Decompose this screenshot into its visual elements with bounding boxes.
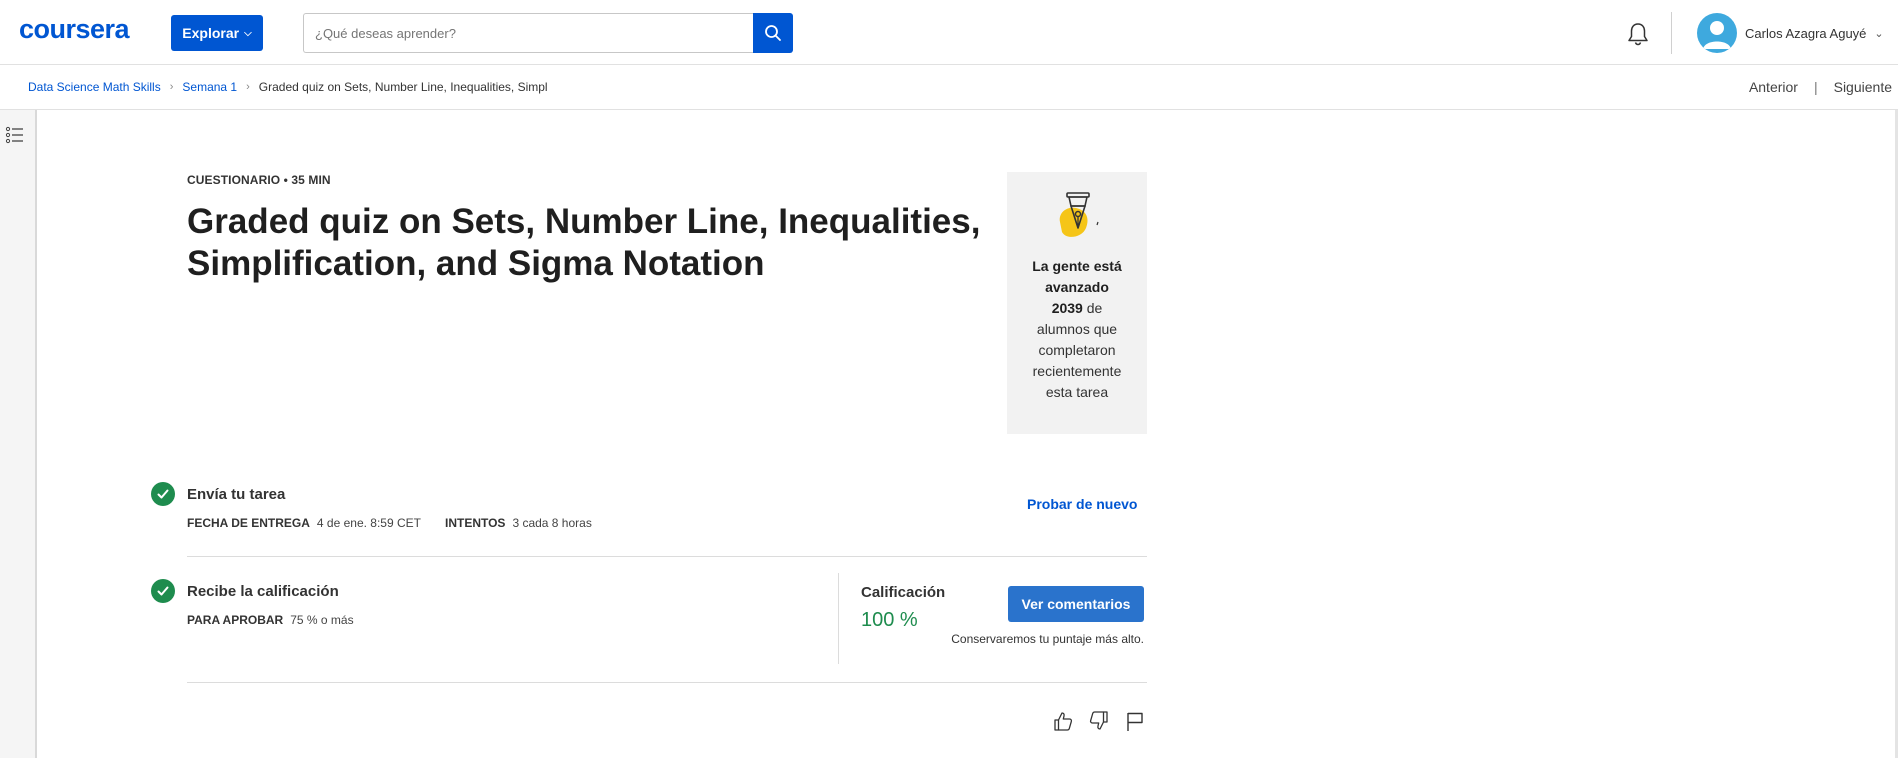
notifications-button[interactable] bbox=[1625, 20, 1651, 48]
learner-count: 2039 bbox=[1051, 300, 1083, 316]
social-line-5: recientemente bbox=[1032, 363, 1122, 379]
social-proof-text: La gente está avanzado 2039 de alumnos q… bbox=[1007, 256, 1147, 403]
user-icon bbox=[1703, 21, 1731, 49]
pager-separator: | bbox=[1813, 79, 1818, 95]
previous-item-link[interactable]: Anterior bbox=[1749, 79, 1798, 95]
submit-assignment-title: Envía tu tarea bbox=[187, 486, 286, 503]
attempts-label: INTENTOS bbox=[444, 516, 506, 530]
explore-button[interactable]: Explorar ⌵ bbox=[171, 15, 263, 51]
avatar bbox=[1697, 13, 1737, 53]
chevron-down-icon: ⌵ bbox=[244, 27, 252, 39]
grade-label: Calificación bbox=[861, 584, 946, 601]
breadcrumb: Data Science Math Skills › Semana 1 › Gr… bbox=[28, 80, 548, 94]
pen-nib-icon bbox=[1059, 192, 1099, 237]
course-outline-rail bbox=[0, 110, 37, 758]
attempts-value: 3 cada 8 horas bbox=[512, 516, 592, 530]
outline-toggle-button[interactable] bbox=[5, 125, 27, 147]
search-input[interactable] bbox=[303, 13, 754, 53]
row-divider bbox=[187, 556, 1147, 557]
grade-value: 100 % bbox=[861, 609, 918, 631]
user-menu[interactable]: Carlos Azagra Aguyé ⌄ bbox=[1697, 13, 1884, 53]
report-button[interactable] bbox=[1124, 710, 1146, 732]
bell-icon bbox=[1628, 23, 1648, 46]
chevron-down-icon: ⌄ bbox=[1874, 27, 1884, 40]
grade-divider bbox=[838, 573, 839, 664]
pass-value: 75 % o más bbox=[290, 613, 354, 627]
search-icon bbox=[765, 25, 781, 41]
next-item-link[interactable]: Siguiente bbox=[1834, 79, 1892, 95]
item-feedback-actions bbox=[1052, 710, 1146, 732]
like-button[interactable] bbox=[1052, 710, 1074, 732]
dislike-button[interactable] bbox=[1088, 710, 1110, 732]
chevron-right-icon: › bbox=[246, 81, 250, 93]
assignment-type-label: CUESTIONARIO • 35 MIN bbox=[187, 173, 331, 187]
breadcrumb-week[interactable]: Semana 1 bbox=[182, 80, 237, 94]
highest-score-note: Conservaremos tu puntaje más alto. bbox=[951, 632, 1144, 646]
view-feedback-button[interactable]: Ver comentarios bbox=[1008, 586, 1144, 622]
social-proof-card: La gente está avanzado 2039 de alumnos q… bbox=[1007, 172, 1147, 434]
breadcrumb-bar: Data Science Math Skills › Semana 1 › Gr… bbox=[0, 65, 1898, 110]
checkmark-icon bbox=[157, 489, 169, 499]
social-line-6: esta tarea bbox=[1045, 384, 1109, 400]
row-divider bbox=[187, 682, 1147, 683]
social-headline-2: avanzado bbox=[1045, 279, 1109, 295]
submit-meta: FECHA DE ENTREGA 4 de ene. 8:59 CET INTE… bbox=[187, 516, 592, 530]
explore-button-label: Explorar bbox=[182, 25, 240, 41]
item-pager: Anterior | Siguiente bbox=[1749, 79, 1892, 95]
user-name: Carlos Azagra Aguyé bbox=[1745, 25, 1867, 41]
list-icon bbox=[5, 126, 23, 144]
receive-grade-title: Recibe la calificación bbox=[187, 583, 339, 600]
check-circle-icon bbox=[151, 579, 175, 603]
chevron-right-icon: › bbox=[169, 81, 174, 93]
search-button[interactable] bbox=[753, 13, 793, 53]
header-divider bbox=[1671, 12, 1672, 54]
flag-icon bbox=[1127, 712, 1143, 731]
social-count-suffix: de bbox=[1082, 300, 1103, 316]
due-date-value: 4 de ene. 8:59 CET bbox=[316, 516, 421, 530]
thumbs-down-icon bbox=[1089, 711, 1108, 730]
page-title: Graded quiz on Sets, Number Line, Inequa… bbox=[187, 202, 981, 283]
top-navigation-bar: coursera Explorar ⌵ Carlos Azagra Aguyé … bbox=[0, 0, 1898, 65]
due-date-label: FECHA DE ENTREGA bbox=[187, 516, 310, 530]
coursera-logo[interactable]: coursera bbox=[19, 14, 130, 45]
pass-meta: PARA APROBAR 75 % o más bbox=[187, 613, 354, 627]
checkmark-icon bbox=[157, 586, 169, 596]
check-circle-icon bbox=[151, 482, 175, 506]
social-headline-1: La gente está bbox=[1032, 258, 1122, 274]
breadcrumb-course[interactable]: Data Science Math Skills bbox=[28, 80, 161, 94]
social-line-3: alumnos que bbox=[1036, 321, 1118, 337]
thumbs-up-icon bbox=[1054, 712, 1073, 731]
retry-link[interactable]: Probar de nuevo bbox=[1027, 496, 1137, 512]
social-line-4: completaron bbox=[1038, 342, 1116, 358]
pass-label: PARA APROBAR bbox=[187, 613, 284, 627]
breadcrumb-current: Graded quiz on Sets, Number Line, Inequa… bbox=[258, 80, 548, 94]
